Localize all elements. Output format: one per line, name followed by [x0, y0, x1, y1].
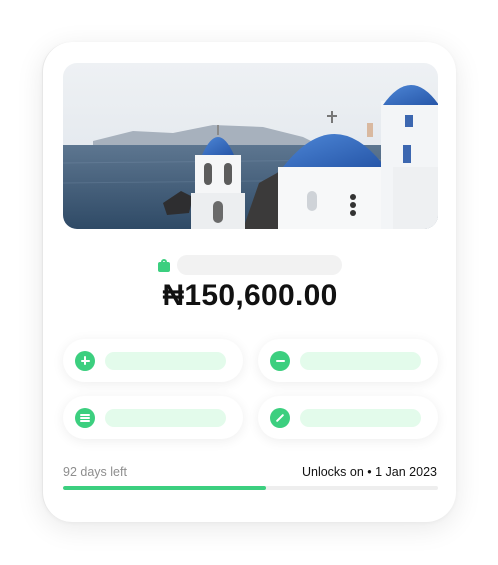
savings-amount: ₦150,600.00 [162, 279, 338, 312]
hero-image [63, 63, 438, 229]
unlock-date-text: Unlocks on • 1 Jan 2023 [301, 465, 437, 479]
savings-label-row [158, 255, 342, 275]
shopping-bag-icon [158, 258, 170, 272]
plus-icon [75, 350, 95, 371]
withdraw-label-placeholder [300, 351, 421, 370]
edit-label-placeholder [300, 408, 421, 427]
list-icon [75, 407, 95, 428]
deposit-label-placeholder [105, 351, 226, 370]
progress-bar-fill [63, 486, 266, 490]
savings-card[interactable]: ₦150,600.00 92 days left Unlocks on • 1 … [42, 42, 456, 522]
deposit-button[interactable] [63, 339, 243, 382]
withdraw-button[interactable] [258, 339, 438, 382]
edit-button[interactable] [258, 396, 438, 439]
days-left-text: 92 days left [63, 465, 127, 479]
transactions-button[interactable] [63, 396, 243, 439]
edit-icon [270, 407, 290, 428]
savings-label-placeholder [177, 255, 342, 275]
minus-icon [270, 350, 290, 371]
progress-bar [63, 486, 438, 490]
transactions-label-placeholder [105, 408, 226, 427]
santorini-photo [63, 63, 438, 229]
